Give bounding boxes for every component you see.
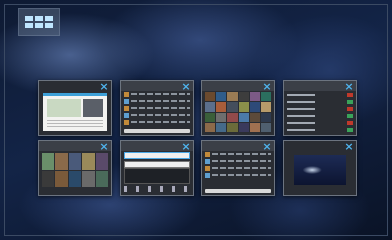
- close-icon[interactable]: ×: [262, 81, 272, 92]
- web-page-thumbnail: [43, 93, 107, 131]
- chat-thumbnail: [205, 152, 271, 189]
- app-card-settings-list[interactable]: ×: [283, 80, 357, 136]
- app-card-video[interactable]: ×: [283, 140, 357, 196]
- close-icon[interactable]: ×: [344, 81, 354, 92]
- close-icon[interactable]: ×: [262, 141, 272, 152]
- app-switcher-grid-button[interactable]: [18, 8, 60, 36]
- close-icon[interactable]: ×: [181, 81, 191, 92]
- app-card-email-compose[interactable]: ×: [120, 140, 194, 196]
- app-card-photo-grid[interactable]: ×: [201, 80, 275, 136]
- settings-list-thumbnail: [287, 92, 353, 132]
- grid-icon: [25, 16, 33, 21]
- app-card-chat[interactable]: ×: [201, 140, 275, 196]
- app-card-messages[interactable]: ×: [120, 80, 194, 136]
- close-icon[interactable]: ×: [99, 141, 109, 152]
- message-list-thumbnail: [124, 92, 190, 129]
- close-icon[interactable]: ×: [99, 81, 109, 92]
- close-icon[interactable]: ×: [344, 141, 354, 152]
- app-card-media-library[interactable]: ×: [38, 140, 112, 196]
- media-library-thumbnail: [42, 153, 108, 187]
- close-icon[interactable]: ×: [181, 141, 191, 152]
- email-compose-thumbnail: [124, 152, 190, 192]
- photo-grid-thumbnail: [205, 92, 271, 132]
- video-thumbnail: [294, 155, 346, 185]
- app-card-web-page[interactable]: ×: [38, 80, 112, 136]
